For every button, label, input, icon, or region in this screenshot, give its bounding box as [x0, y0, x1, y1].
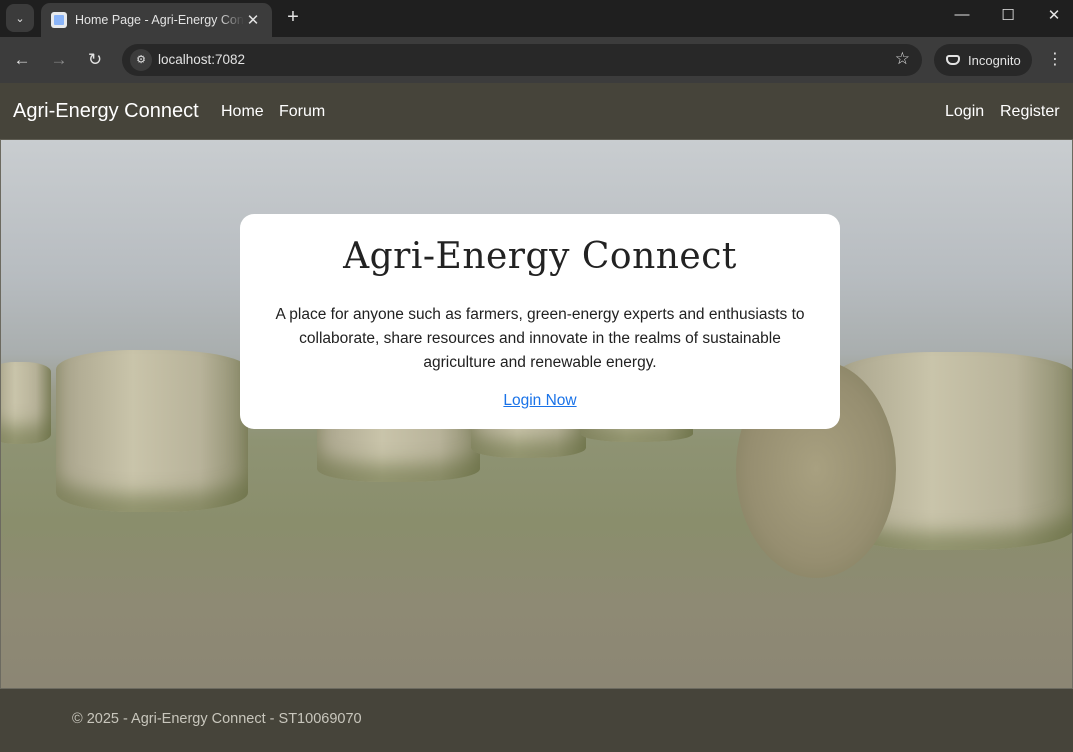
- minimize-icon[interactable]: —: [947, 6, 977, 23]
- nav-home-link[interactable]: Home: [221, 103, 264, 121]
- url-text[interactable]: localhost:7082: [158, 52, 245, 67]
- nav-forum-link[interactable]: Forum: [279, 103, 325, 121]
- bookmark-star-icon[interactable]: ☆: [895, 49, 910, 69]
- browser-tab-bar: ⌄ Home Page - Agri-Energy Connect ✕ + — …: [0, 0, 1073, 37]
- menu-icon[interactable]: ⋮: [1047, 49, 1063, 69]
- login-now-link-text[interactable]: Login Now: [503, 392, 576, 409]
- close-tab-icon[interactable]: ✕: [244, 11, 262, 29]
- register-link[interactable]: Register: [1000, 103, 1060, 121]
- hay-bale: [1, 362, 51, 444]
- site-info-icon[interactable]: ⚙: [130, 49, 152, 71]
- address-bar[interactable]: ⚙ localhost:7082 ☆: [122, 44, 922, 76]
- maximize-icon[interactable]: ☐: [993, 6, 1023, 24]
- site-navbar: Agri-Energy Connect Home Forum Login Reg…: [0, 83, 1073, 140]
- browser-tab[interactable]: Home Page - Agri-Energy Connect ✕: [41, 3, 272, 37]
- incognito-icon: [946, 55, 960, 65]
- hero-title: Agri-Energy Connect: [343, 236, 737, 277]
- incognito-button[interactable]: Incognito: [934, 44, 1032, 76]
- hero-background: Agri-Energy Connect A place for anyone s…: [0, 140, 1073, 688]
- login-now-link: Login Now: [240, 392, 840, 410]
- forward-icon[interactable]: →: [47, 48, 71, 72]
- close-window-icon[interactable]: ✕: [1039, 6, 1069, 24]
- web-page: Agri-Energy Connect Home Forum Login Reg…: [0, 83, 1073, 752]
- new-tab-icon[interactable]: +: [283, 6, 303, 29]
- incognito-label: Incognito: [968, 52, 1021, 68]
- tab-search-icon[interactable]: ⌄: [6, 4, 34, 32]
- page-favicon: [51, 12, 67, 28]
- footer-copyright: © 2025 - Agri-Energy Connect - ST1006907…: [72, 711, 362, 727]
- site-footer: © 2025 - Agri-Energy Connect - ST1006907…: [0, 688, 1073, 752]
- login-link[interactable]: Login: [945, 103, 984, 121]
- hero-description: A place for anyone such as farmers, gree…: [275, 306, 805, 371]
- hay-bale: [56, 350, 248, 512]
- welcome-card: Agri-Energy Connect A place for anyone s…: [240, 214, 840, 429]
- site-brand[interactable]: Agri-Energy Connect: [13, 100, 199, 123]
- browser-toolbar: ← → ↻ ⚙ localhost:7082 ☆ Incognito ⋮: [0, 37, 1073, 83]
- tab-title: Home Page - Agri-Energy Connect: [75, 13, 244, 27]
- back-icon[interactable]: ←: [10, 48, 34, 72]
- reload-icon[interactable]: ↻: [83, 48, 107, 72]
